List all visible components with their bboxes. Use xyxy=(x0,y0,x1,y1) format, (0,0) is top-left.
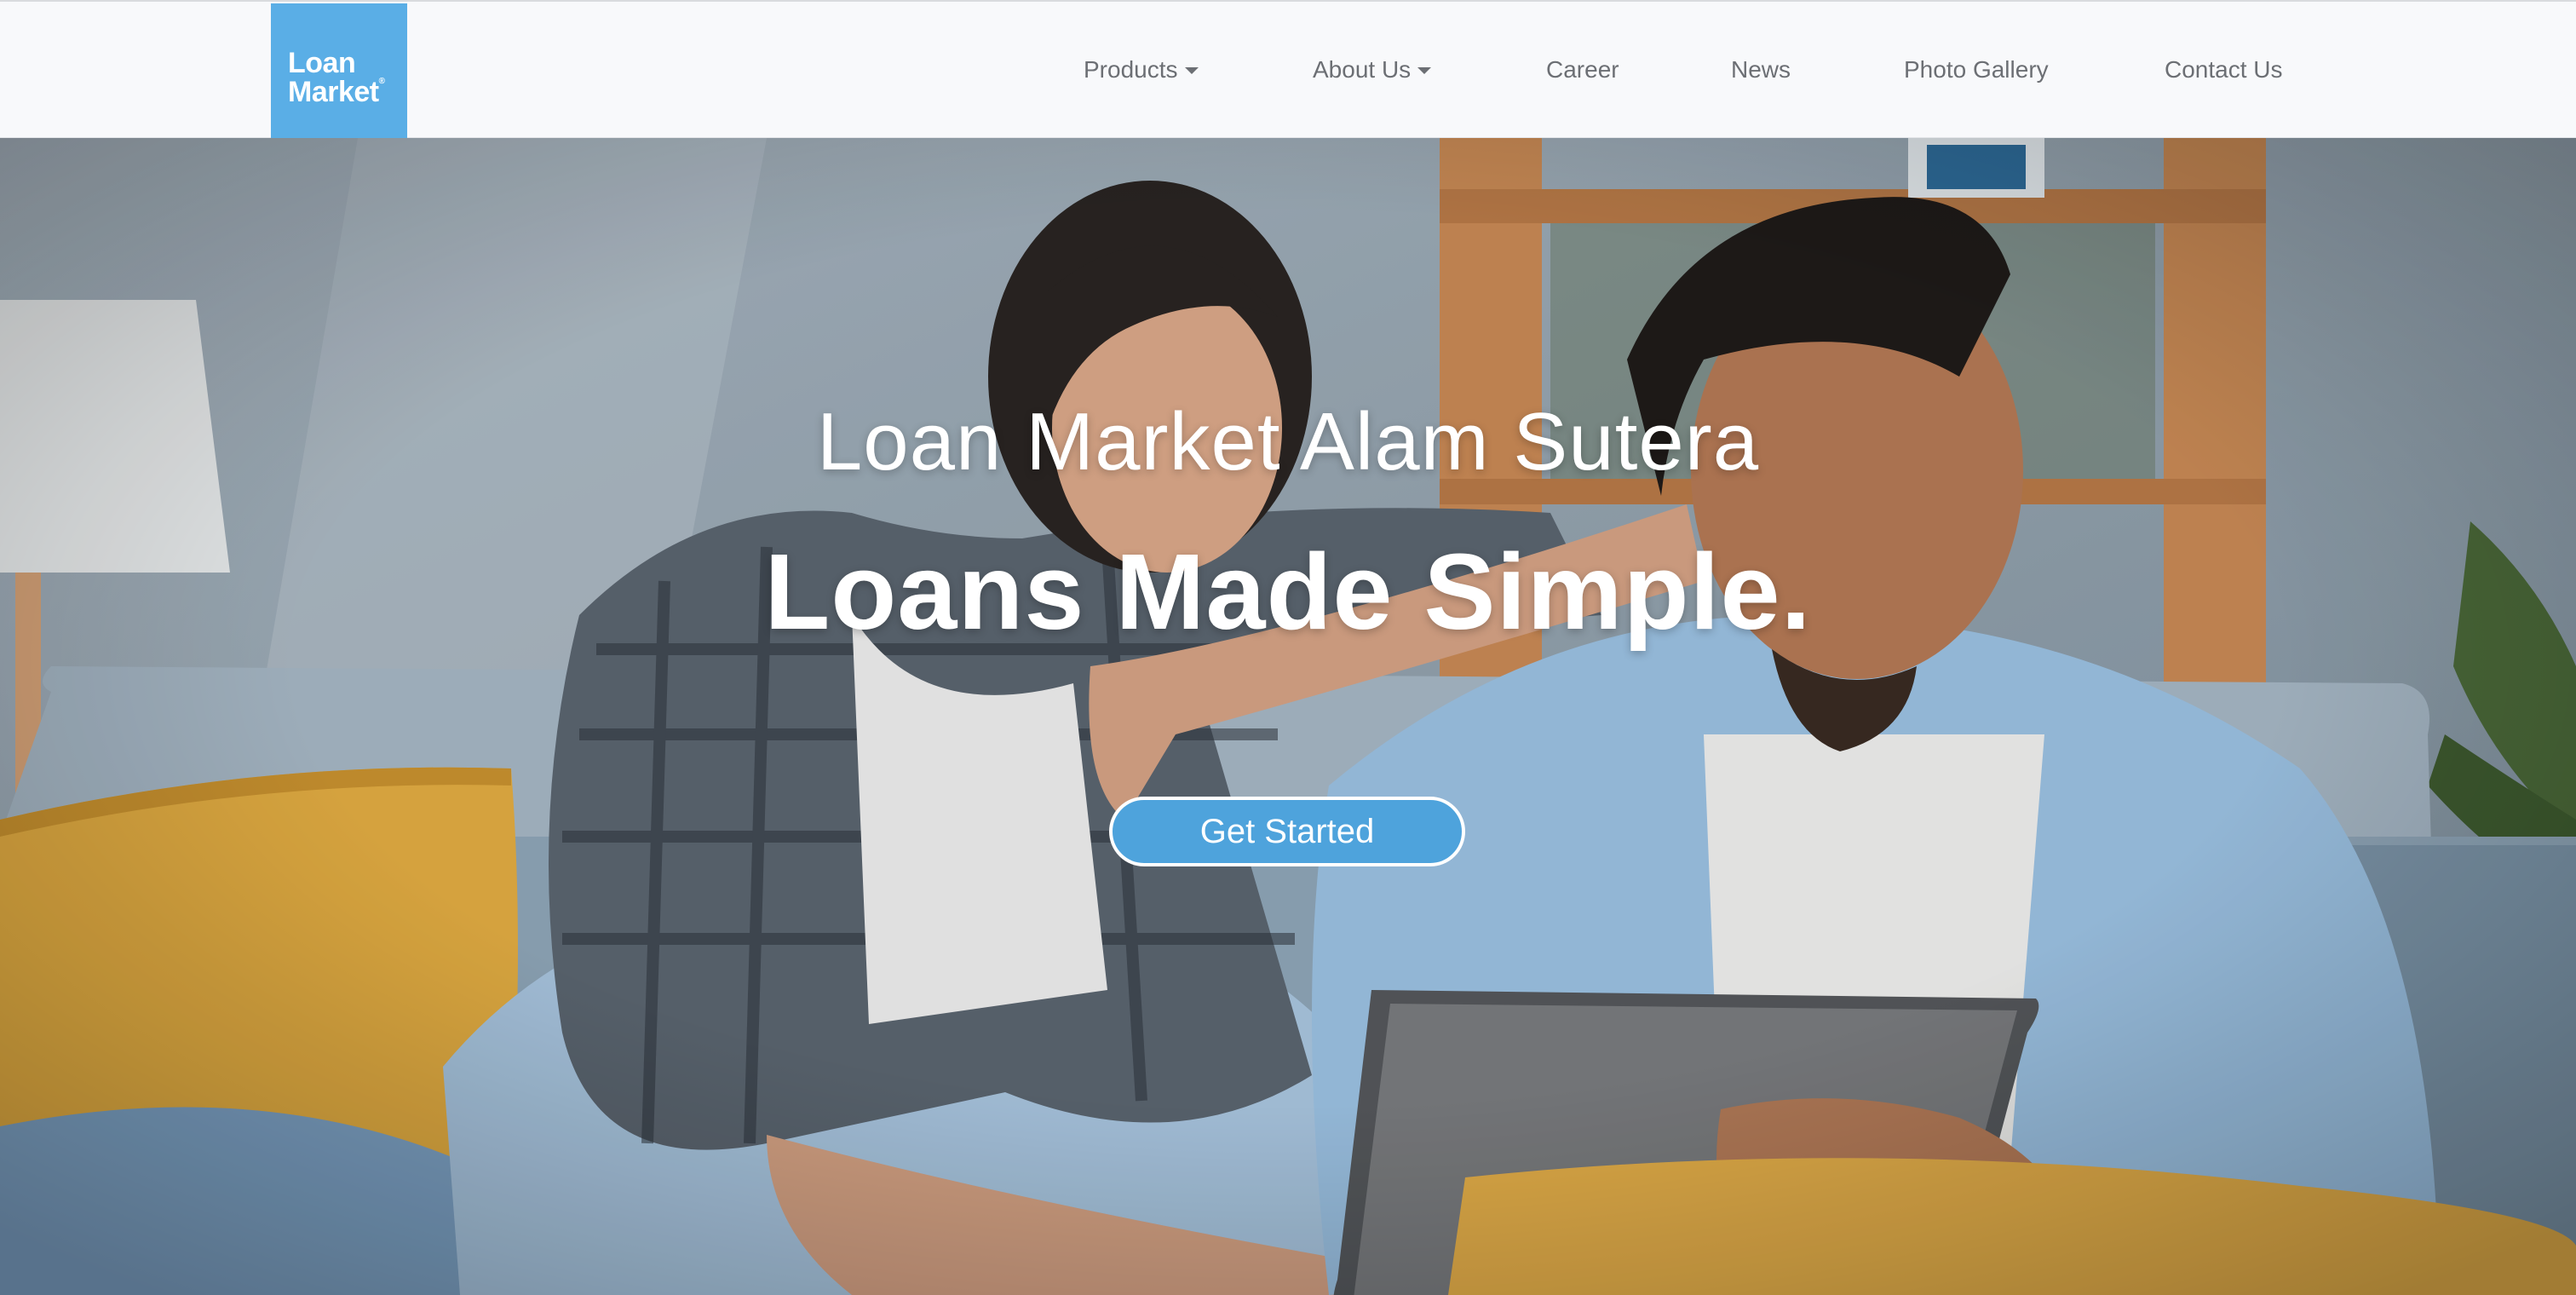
nav-about-us-label: About Us xyxy=(1313,56,1412,83)
chevron-down-icon xyxy=(1417,67,1432,74)
nav-news-label: News xyxy=(1731,56,1791,83)
logo-line1: Loan xyxy=(288,47,356,79)
nav-products[interactable]: Products xyxy=(1084,56,1199,83)
logo-line2: Market® xyxy=(288,76,385,108)
nav-photo-gallery[interactable]: Photo Gallery xyxy=(1904,56,2049,83)
top-navbar: Loan Market® Products About Us Career Ne… xyxy=(0,0,2576,140)
nav-contact-us-label: Contact Us xyxy=(2165,56,2283,83)
nav-contact-us[interactable]: Contact Us xyxy=(2165,56,2283,83)
get-started-button[interactable]: Get Started xyxy=(1109,797,1465,866)
nav-about-us[interactable]: About Us xyxy=(1313,56,1432,83)
hero-background-image xyxy=(0,138,2576,1295)
hero-title: Loans Made Simple. xyxy=(764,532,1812,652)
nav-products-label: Products xyxy=(1084,56,1178,83)
nav-career[interactable]: Career xyxy=(1546,56,1619,83)
hero-subtitle: Loan Market Alam Sutera xyxy=(816,396,1760,487)
chevron-down-icon xyxy=(1184,67,1199,74)
nav-news[interactable]: News xyxy=(1731,56,1791,83)
nav-career-label: Career xyxy=(1546,56,1619,83)
hero-section: Loan Market Alam Sutera Loans Made Simpl… xyxy=(0,138,2576,1295)
loan-market-logo[interactable]: Loan Market® xyxy=(271,3,407,140)
nav-photo-gallery-label: Photo Gallery xyxy=(1904,56,2049,83)
